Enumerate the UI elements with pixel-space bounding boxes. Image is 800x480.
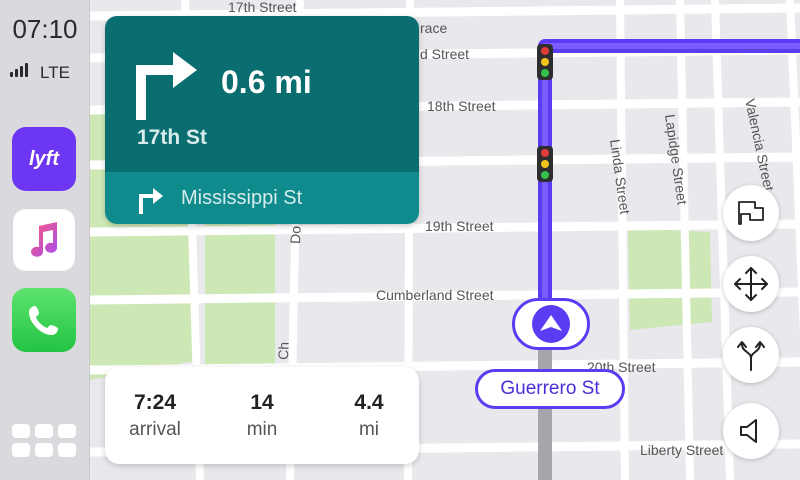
duration-label: min (246, 419, 278, 440)
status-time: 07:10 (12, 14, 78, 44)
distance-value: 4.4 (354, 391, 384, 414)
arrival-label: arrival (129, 419, 181, 440)
map-label-17th: 17th Street (228, 0, 297, 15)
distance-label: mi (358, 419, 380, 440)
maneuver-street: 17th St (137, 126, 208, 149)
street-valencia (786, 0, 800, 337)
trip-duration: 14 min (217, 391, 307, 441)
duration-value: 14 (250, 391, 274, 414)
route-options-button[interactable] (723, 327, 779, 383)
map-label-liberty: Liberty Street (640, 442, 723, 458)
trip-info-card[interactable]: 7:24 arrival 14 min 4.4 mi (105, 367, 419, 464)
phone-handset-icon (29, 306, 58, 335)
next-turn-right-icon (139, 188, 163, 214)
traffic-light-icon (537, 44, 553, 80)
turn-right-icon (136, 52, 197, 120)
map-label-valencia: Valencia Street (742, 97, 777, 192)
sound-icon (740, 419, 757, 443)
music-note-icon (31, 222, 57, 257)
current-location-puck (512, 298, 590, 350)
map-label-linda: Linda Street (607, 138, 633, 215)
phone-app-icon[interactable] (12, 288, 76, 352)
trip-distance: 4.4 mi (324, 391, 414, 441)
street-vertical (616, 0, 629, 480)
pan-icon (734, 267, 768, 301)
sound-button[interactable] (723, 403, 779, 459)
map-label-ch: Ch (275, 342, 292, 360)
current-street-label: Guerrero St (475, 369, 625, 409)
signal-strength-icon (10, 63, 28, 77)
lyft-app-icon[interactable]: lyft (12, 127, 76, 191)
arrival-time: 7:24 (133, 391, 177, 414)
lyft-logo-text: lyft (29, 147, 59, 170)
dashboard-grid-icon[interactable] (12, 424, 76, 457)
carplay-sidebar: 07:10 LTE lyft (0, 0, 90, 480)
network-type: LTE (40, 63, 70, 82)
park-area (628, 228, 712, 330)
pan-map-button[interactable] (723, 256, 779, 312)
report-button[interactable] (723, 185, 779, 241)
route-options-icon (737, 341, 765, 371)
report-icon (738, 201, 764, 225)
maneuver-card[interactable]: 0.6 mi 17th St Mississippi St (105, 16, 419, 224)
street-linda (676, 0, 694, 480)
map-label-race: race (420, 20, 447, 36)
street-17th (90, 3, 800, 21)
trip-arrival: 7:24 arrival (110, 391, 200, 441)
next-maneuver-street: Mississippi St (181, 187, 303, 209)
map-label-dolores: Do (287, 225, 304, 244)
map-label-d: d Street (420, 46, 469, 62)
music-app-icon[interactable] (12, 208, 76, 272)
map-label-cumberland: Cumberland Street (376, 287, 494, 303)
street-lapidge (711, 0, 734, 480)
maneuver-distance: 0.6 mi (221, 64, 312, 100)
map-label-19th: 19th Street (425, 218, 494, 234)
navigation-arrow-icon (540, 315, 562, 331)
traffic-light-icon (537, 146, 553, 182)
map-label-18th: 18th Street (427, 98, 496, 114)
